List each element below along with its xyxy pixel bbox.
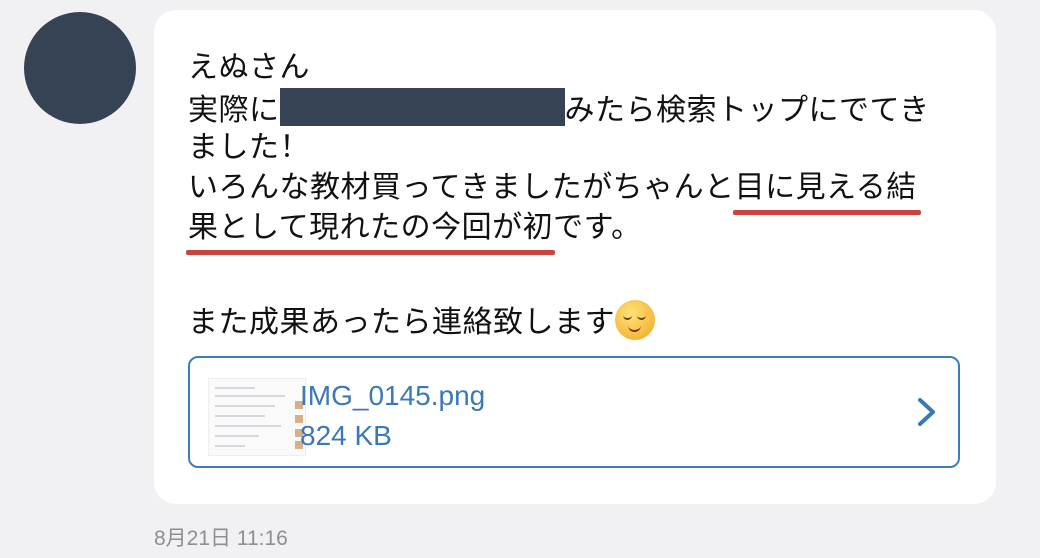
- message-line: 実際に みたら検索トップにでてき: [188, 88, 930, 128]
- message-line: いろんな教材買ってきましたがちゃんと目に見える結: [188, 168, 930, 215]
- file-size: 824 KB: [300, 420, 392, 451]
- red-underline: [186, 250, 556, 255]
- highlighted-text: 果として現れたの今回が初: [186, 210, 556, 255]
- message-text-segment: いろんな教材買ってきましたがちゃんと: [188, 170, 735, 205]
- message-bubble: えぬさん 実際に みたら検索トップにでてき ました！ いろんな教材買ってきましたが…: [154, 10, 996, 504]
- file-attachment[interactable]: IMG_0145.png 824 KB: [188, 356, 960, 468]
- message-line: また成果あったら連絡致します: [188, 300, 930, 340]
- redacted-block: [279, 88, 565, 126]
- message-text-segment: ました！: [188, 130, 310, 165]
- message-timestamp: 8月21日 11:16: [154, 527, 288, 550]
- highlighted-text-segment: 果として現れたの今回が初: [188, 210, 554, 245]
- avatar[interactable]: [24, 12, 136, 124]
- message-text-segment: みたら検索トップにでてき: [564, 93, 930, 128]
- red-underline: [732, 210, 921, 215]
- chevron-right-icon[interactable]: [916, 396, 938, 428]
- file-name: IMG_0145.png: [300, 380, 486, 411]
- relieved-face-emoji-icon: [615, 300, 655, 340]
- greeting-text: えぬさん: [188, 50, 310, 85]
- message-text-segment: また成果あったら連絡致します: [188, 305, 615, 340]
- message-line: えぬさん: [188, 48, 930, 88]
- message-text: えぬさん 実際に みたら検索トップにでてき ました！ いろんな教材買ってきましたが…: [186, 48, 930, 340]
- message-text-segment: 実際に: [188, 93, 280, 128]
- message-text-segment: です。: [553, 210, 642, 245]
- message-line: ました！: [188, 128, 930, 168]
- highlighted-text: 目に見える結: [732, 170, 921, 215]
- image-thumbnail: [208, 378, 306, 456]
- highlighted-text-segment: 目に見える結: [734, 170, 917, 205]
